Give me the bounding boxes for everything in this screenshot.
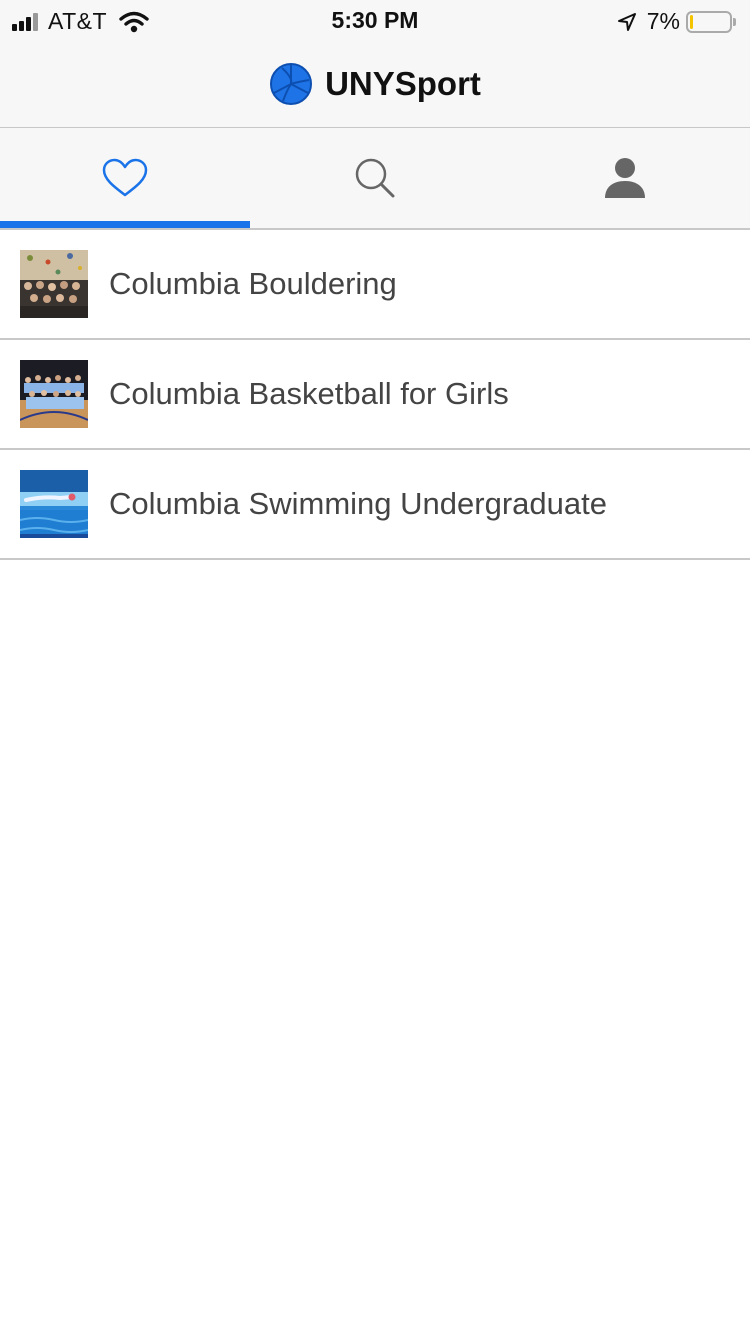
- tab-search[interactable]: [250, 128, 500, 228]
- battery-cap: [733, 17, 736, 26]
- person-icon: [605, 158, 645, 198]
- tab-bar: [0, 128, 750, 230]
- location-arrow-icon: [617, 12, 636, 31]
- list-item-label: Columbia Basketball for Girls: [109, 376, 509, 411]
- status-bar: AT&T 5:30 PM 7%: [0, 0, 750, 40]
- app-title: UNYSport: [325, 64, 481, 102]
- battery-level-fill: [690, 14, 693, 29]
- tab-favorites[interactable]: [0, 128, 250, 228]
- status-right: 7%: [617, 8, 736, 35]
- app-header: UNYSport: [0, 40, 750, 128]
- favorites-list: Columbia Bouldering Columbia Basketball …: [0, 230, 750, 560]
- tab-profile[interactable]: [500, 128, 750, 228]
- list-item[interactable]: Columbia Swimming Undergraduate: [0, 450, 750, 560]
- swimming-thumbnail: [20, 470, 88, 538]
- list-item[interactable]: Columbia Basketball for Girls: [0, 340, 750, 450]
- active-tab-indicator: [0, 221, 250, 228]
- battery-icon: [686, 10, 732, 33]
- list-item-label: Columbia Bouldering: [109, 266, 397, 301]
- bouldering-thumbnail: [20, 250, 88, 318]
- basketball-thumbnail: [20, 360, 88, 428]
- battery-percent: 7%: [646, 8, 680, 34]
- heart-icon: [102, 158, 148, 197]
- list-item-label: Columbia Swimming Undergraduate: [109, 486, 607, 521]
- search-icon: [355, 158, 395, 198]
- list-item[interactable]: Columbia Bouldering: [0, 230, 750, 340]
- volleyball-logo-icon: [270, 62, 313, 105]
